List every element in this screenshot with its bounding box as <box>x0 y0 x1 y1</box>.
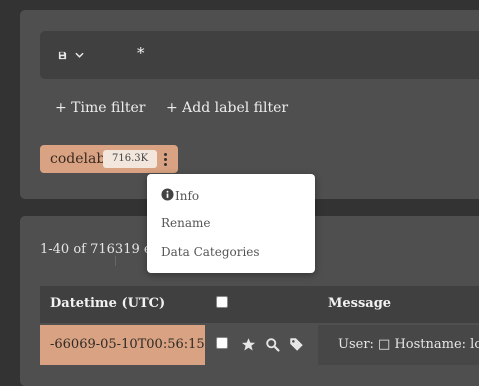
search-panel: * + Time filter + Add label filter codel… <box>20 10 479 199</box>
row-divider <box>115 256 116 266</box>
add-label-filter-button[interactable]: + Add label filter <box>166 100 288 116</box>
menu-item-info[interactable]: Info <box>161 188 199 204</box>
info-icon <box>161 188 174 204</box>
query-bar[interactable]: * <box>40 31 479 79</box>
select-all-checkbox[interactable] <box>216 296 228 308</box>
timeline-name[interactable]: codelab <box>50 151 105 167</box>
timeline-context-menu: Info Rename Data Categories <box>147 174 315 273</box>
star-icon[interactable] <box>241 337 256 356</box>
table-row[interactable]: -66069-05-10T00:56:15 User: □ Hostname: … <box>40 325 479 365</box>
menu-item-rename[interactable]: Rename <box>161 216 211 230</box>
save-icon <box>58 51 67 60</box>
row-datetime[interactable]: -66069-05-10T00:56:15 <box>40 325 205 365</box>
row-checkbox[interactable] <box>216 337 228 349</box>
menu-item-label: Data Categories <box>161 245 260 259</box>
tag-icon[interactable] <box>289 337 304 356</box>
chevron-down-icon <box>75 52 84 58</box>
menu-item-label: Rename <box>161 216 211 230</box>
kebab-icon[interactable] <box>154 150 176 168</box>
save-search-dropdown[interactable] <box>58 45 96 65</box>
search-query-input[interactable]: * <box>137 44 145 62</box>
column-header-datetime[interactable]: Datetime (UTC) <box>50 296 165 311</box>
menu-item-data-categories[interactable]: Data Categories <box>161 245 260 259</box>
column-header-message[interactable]: Message <box>328 296 391 311</box>
timeline-event-count: 716.3K <box>103 150 158 168</box>
menu-item-label: Info <box>175 189 200 203</box>
timeline-chip[interactable]: codelab 716.3K <box>40 145 178 173</box>
add-time-filter-button[interactable]: + Time filter <box>55 100 145 116</box>
search-icon[interactable] <box>265 337 280 356</box>
table-header: Datetime (UTC) Message <box>40 286 479 323</box>
row-message[interactable]: User: □ Hostname: localh <box>318 325 479 365</box>
